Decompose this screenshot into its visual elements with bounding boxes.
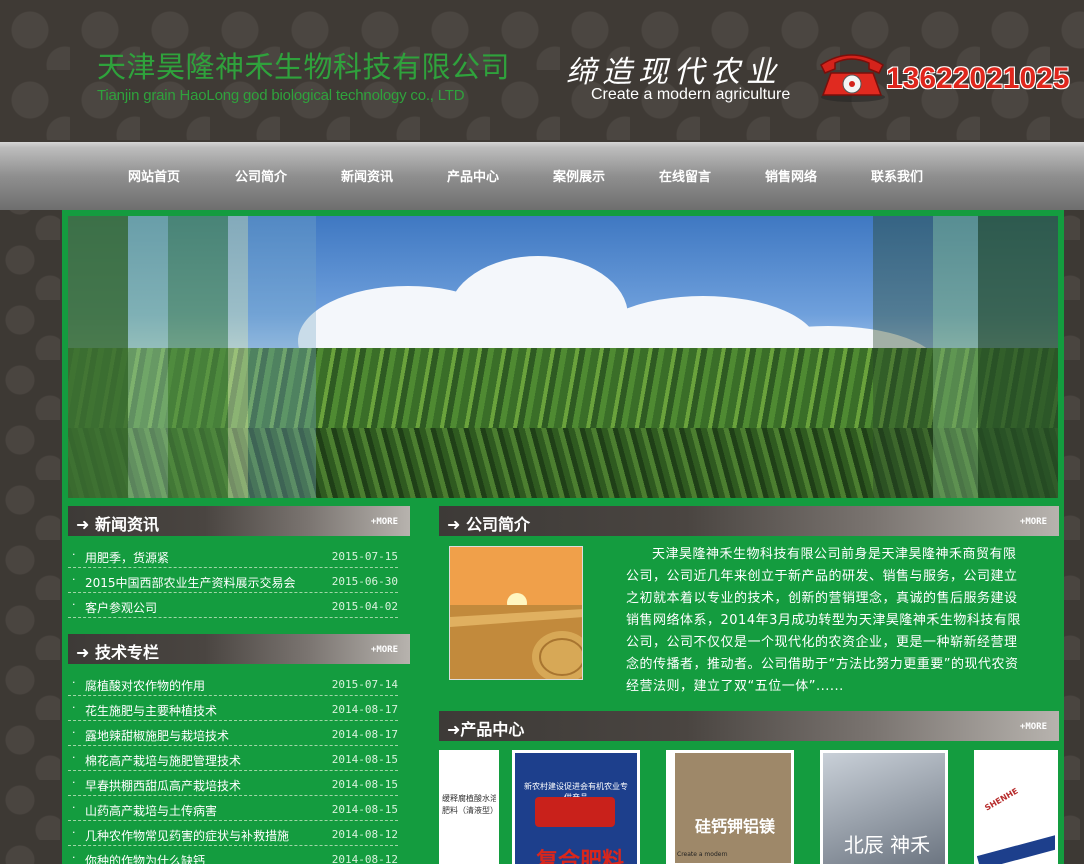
nav-item-home[interactable]: 网站首页 <box>128 166 180 185</box>
nav-item-sales-network[interactable]: 销售网络 <box>765 166 817 185</box>
nav-item-cases[interactable]: 案例展示 <box>553 166 605 185</box>
products-panel-title: ➜产品中心 <box>447 720 525 739</box>
product-item[interactable]: 北辰 神禾 <box>820 750 948 864</box>
news-more-link[interactable]: +MORE <box>371 517 398 527</box>
product-item[interactable]: SHENHE <box>974 750 1058 864</box>
list-item[interactable]: · 腐植酸对农作物的作用 2015-07-14 <box>68 671 398 696</box>
product-item[interactable]: 缓释腐植酸水溶肥料（清液型） <box>439 750 499 864</box>
nav-item-about[interactable]: 公司简介 <box>235 166 287 185</box>
nav-item-message[interactable]: 在线留言 <box>659 166 711 185</box>
site-header: 天津昊隆神禾生物科技有限公司 Tianjin grain HaoLong god… <box>0 0 1084 142</box>
list-item[interactable]: · 花生施肥与主要种植技术 2014-08-17 <box>68 696 398 721</box>
products-panel-header: ➜产品中心 +MORE <box>439 711 1059 741</box>
about-image <box>449 546 583 680</box>
product-item[interactable]: 硅钙钾铝镁 Create a modern <box>666 750 794 864</box>
about-more-link[interactable]: +MORE <box>1020 517 1047 527</box>
slogan-cn: 缔造现代农业 <box>566 55 782 90</box>
list-item[interactable]: · 棉花高产栽培与施肥管理技术 2014-08-15 <box>68 746 398 771</box>
list-item[interactable]: · 露地辣甜椒施肥与栽培技术 2014-08-17 <box>68 721 398 746</box>
list-item[interactable]: · 几种农作物常见药害的症状与补救措施 2014-08-12 <box>68 821 398 846</box>
news-panel-title: ➜ 新闻资讯 <box>76 515 159 534</box>
main-content: ➜ 新闻资讯 +MORE · 用肥季，货源紧 2015-07-15 · 2015中国西… <box>62 210 1064 864</box>
list-item[interactable]: · 用肥季，货源紧 2015-07-15 <box>68 543 398 568</box>
news-panel-header: ➜ 新闻资讯 +MORE <box>68 506 410 536</box>
about-panel-title: ➜ 公司简介 <box>447 515 530 534</box>
main-nav: 网站首页 公司简介 新闻资讯 产品中心 案例展示 在线留言 销售网络 联系我们 <box>0 142 1084 210</box>
phone-number[interactable]: 13622021025 <box>886 62 1070 96</box>
company-name-en: Tianjin grain HaoLong god biological tec… <box>97 87 465 104</box>
tech-more-link[interactable]: +MORE <box>371 645 398 655</box>
nav-item-news[interactable]: 新闻资讯 <box>341 166 393 185</box>
slogan-en: Create a modern agriculture <box>591 86 791 103</box>
about-panel-header: ➜ 公司简介 +MORE <box>439 506 1059 536</box>
company-name-cn: 天津昊隆神禾生物科技有限公司 <box>97 50 511 84</box>
product-item[interactable]: 新农村建设促进会有机农业专供产品 复合肥料 <box>512 750 640 864</box>
about-text: 天津昊隆神禾生物科技有限公司前身是天津昊隆神禾商贸有限公司，公司近几年来创立于新… <box>626 547 1021 694</box>
list-item[interactable]: · 2015中国西部农业生产资料展示交易会 2015-06-30 <box>68 568 398 593</box>
telephone-icon <box>820 54 885 102</box>
list-item[interactable]: · 你种的作物为什么缺钙 2014-08-12 <box>68 846 398 864</box>
banner-image <box>68 216 1058 498</box>
nav-item-products[interactable]: 产品中心 <box>447 166 499 185</box>
list-item[interactable]: · 客户参观公司 2015-04-02 <box>68 593 398 618</box>
list-item[interactable]: · 早春拱棚西甜瓜高产栽培技术 2014-08-15 <box>68 771 398 796</box>
tech-panel-title: ➜ 技术专栏 <box>76 643 159 662</box>
list-item[interactable]: · 山药高产栽培与土传病害 2014-08-15 <box>68 796 398 821</box>
products-more-link[interactable]: +MORE <box>1020 722 1047 732</box>
tech-panel-header: ➜ 技术专栏 +MORE <box>68 634 410 664</box>
nav-item-contact[interactable]: 联系我们 <box>871 166 923 185</box>
